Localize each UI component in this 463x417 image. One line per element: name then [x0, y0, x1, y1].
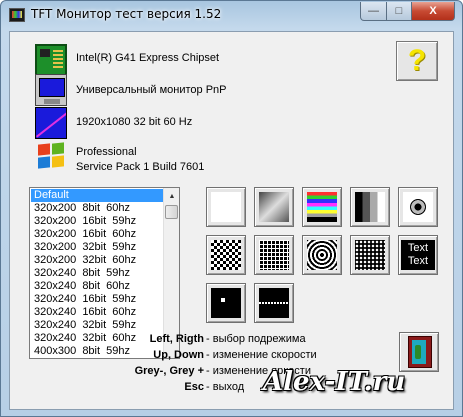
legend-row: Up, Down - изменение скорости [0, 347, 317, 363]
monitor-label: Универсальный монитор PnP [76, 84, 227, 96]
help-button[interactable]: ? [396, 41, 438, 81]
mode-list-item[interactable]: Default [31, 189, 164, 202]
chipset-icon [35, 44, 67, 76]
mode-list-item[interactable]: 320x200 16bit 59hz [31, 215, 164, 228]
test-rings-button[interactable] [302, 235, 342, 275]
minimize-button[interactable]: — [360, 2, 387, 21]
gray-bars-icon [355, 192, 385, 222]
mode-list-item[interactable]: 320x200 32bit 59hz [31, 241, 164, 254]
circle-icon [403, 192, 433, 222]
test-gradient-button[interactable] [254, 187, 294, 227]
app-window: TFT Монитор тест версия 1.52 — □ X Intel… [0, 0, 463, 417]
resolution-icon [35, 107, 67, 139]
scroll-up-arrow-icon[interactable]: ▲ [164, 188, 179, 204]
test-color-bars-button[interactable] [302, 187, 342, 227]
mode-list-item[interactable]: 320x240 8bit 60hz [31, 280, 164, 293]
text-pattern-icon: Text Text [401, 240, 435, 270]
windows-logo-icon [35, 140, 67, 172]
test-circle-button[interactable] [398, 187, 438, 227]
watermark-logo: Alex-IT.ru [263, 367, 406, 397]
test-dot-matrix-button[interactable] [350, 235, 390, 275]
mode-list-item[interactable]: 320x200 8bit 60hz [31, 202, 164, 215]
test-grid-button[interactable] [254, 235, 294, 275]
client-area: Intel(R) G41 Express Chipset Универсальн… [9, 31, 454, 410]
legend-key: Left, Rigth [149, 333, 204, 345]
test-single-dot-button[interactable] [206, 283, 246, 323]
os-edition-label: Professional [76, 146, 137, 158]
exit-door-icon [408, 336, 432, 368]
dashed-line-icon [259, 288, 289, 318]
monitor-icon [35, 74, 67, 106]
legend-desc: - изменение скорости [206, 349, 317, 361]
scroll-thumb[interactable] [165, 205, 178, 219]
legend-desc: - выбор подрежима [206, 333, 306, 345]
grid-icon [259, 240, 289, 270]
single-dot-icon [211, 288, 241, 318]
test-dashed-line-button[interactable] [254, 283, 294, 323]
text-pattern-line-1: Text [407, 242, 429, 254]
app-icon[interactable] [9, 8, 25, 22]
resolution-label: 1920x1080 32 bit 60 Hz [76, 116, 193, 128]
close-button[interactable]: X [411, 2, 455, 21]
mode-list-item[interactable]: 320x240 8bit 59hz [31, 267, 164, 280]
rings-icon [307, 240, 337, 270]
maximize-button[interactable]: □ [386, 2, 412, 21]
test-checkerboard-button[interactable] [206, 235, 246, 275]
legend-key: Up, Down [153, 349, 204, 361]
gradient-icon [259, 192, 289, 222]
legend-key: Esc [184, 381, 204, 393]
white-screen-icon [211, 192, 241, 222]
os-build-label: Service Pack 1 Build 7601 [76, 161, 205, 173]
legend-desc: - выход [206, 381, 245, 393]
window-title: TFT Монитор тест версия 1.52 [31, 7, 222, 21]
mode-list-item[interactable]: 320x200 32bit 60hz [31, 254, 164, 267]
test-white-screen-button[interactable] [206, 187, 246, 227]
title-bar[interactable]: TFT Монитор тест версия 1.52 — □ X [1, 1, 462, 29]
checkerboard-icon [211, 240, 241, 270]
test-text-button[interactable]: Text Text [398, 235, 438, 275]
dot-matrix-icon [355, 240, 385, 270]
chipset-label: Intel(R) G41 Express Chipset [76, 52, 220, 64]
mode-list-item[interactable]: 320x200 16bit 60hz [31, 228, 164, 241]
exit-button[interactable] [399, 332, 439, 372]
text-pattern-line-2: Text [407, 255, 429, 267]
mode-list-item[interactable]: 320x240 16bit 60hz [31, 306, 164, 319]
legend-key: Grey-, Grey + [134, 365, 204, 377]
color-bars-icon [307, 192, 337, 222]
test-gray-bars-button[interactable] [350, 187, 390, 227]
mode-list-item[interactable]: 320x240 16bit 59hz [31, 293, 164, 306]
legend-row: Left, Rigth - выбор подрежима [0, 331, 317, 347]
